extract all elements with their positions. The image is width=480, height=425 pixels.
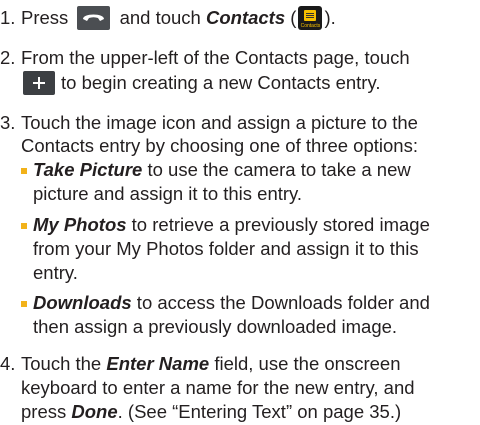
step-4-line-3: press Done. (See “Entering Text” on page… (21, 400, 401, 424)
option-take-picture-term: Take Picture (33, 159, 143, 180)
option-take-picture-desc: to use the camera to take a new (142, 159, 411, 180)
option-bullet (21, 223, 27, 229)
step-4-line-1-c: field, use the onscreen (214, 353, 401, 374)
step-1-text: Press and touch Contacts (Contacts). (21, 5, 336, 30)
step-2-line-1: From the upper-left of the Contacts page… (21, 47, 410, 68)
step-4-done: Done (71, 401, 118, 422)
step-3-number: 3. (0, 112, 16, 133)
step-1-paren-open: ( (290, 7, 297, 28)
option-bullet (21, 168, 27, 174)
step-4-line-3-a: press (21, 401, 67, 422)
step-4-enter-name: Enter Name (106, 353, 210, 374)
plus-icon (23, 70, 55, 95)
option-my-photos-line-1: My Photos to retrieve a previously store… (33, 213, 430, 237)
option-downloads-desc: to access the Downloads folder and (131, 292, 430, 313)
contacts-icon-label: Contacts (300, 22, 321, 29)
step-4-line-1: Touch the Enter Name field, use the onsc… (21, 352, 401, 376)
step-1-contacts-label: Contacts (205, 7, 286, 28)
step-2-number: 2. (0, 47, 16, 68)
option-downloads-line-2: then assign a previously downloaded imag… (33, 316, 398, 337)
option-downloads-line-1: Downloads to access the Downloads folder… (33, 291, 430, 315)
option-downloads-term: Downloads (33, 292, 132, 313)
step-3-line-1: Touch the image icon and assign a pictur… (21, 112, 418, 133)
option-bullet (21, 301, 27, 307)
option-my-photos-line-2: from your My Photos folder and assign it… (33, 238, 419, 259)
step-4-line-3-c: . (See “Entering Text” on page 35.) (117, 401, 402, 422)
step-4-line-1-a: Touch the (21, 353, 102, 374)
option-my-photos-term: My Photos (33, 214, 127, 235)
step-1-text-b: and touch (119, 7, 201, 28)
phone-icon (77, 5, 111, 30)
step-1-paren-close: ). (324, 7, 336, 28)
step-2-line-2: to begin creating a new Contacts entry. (21, 70, 381, 95)
step-2-line-2-text: to begin creating a new Contacts entry. (61, 72, 381, 93)
step-4-line-2: keyboard to enter a name for the new ent… (21, 377, 415, 398)
step-3-line-2: Contacts entry by choosing one of three … (21, 135, 418, 156)
contacts-card-glyph (304, 9, 317, 21)
option-take-picture-line-1: Take Picture to use the camera to take a… (33, 158, 411, 182)
step-1-number: 1. (0, 7, 16, 28)
step-1-text-a: Press (21, 7, 69, 28)
step-4-number: 4. (0, 353, 16, 374)
contacts-icon: Contacts (298, 5, 323, 30)
option-my-photos-desc: to retrieve a previously stored image (126, 214, 430, 235)
option-my-photos-line-3: entry. (33, 262, 78, 283)
option-take-picture-line-2: picture and assign it to this entry. (33, 183, 303, 204)
instruction-page: 1. Press and touch Contacts (Contacts). … (0, 0, 480, 425)
